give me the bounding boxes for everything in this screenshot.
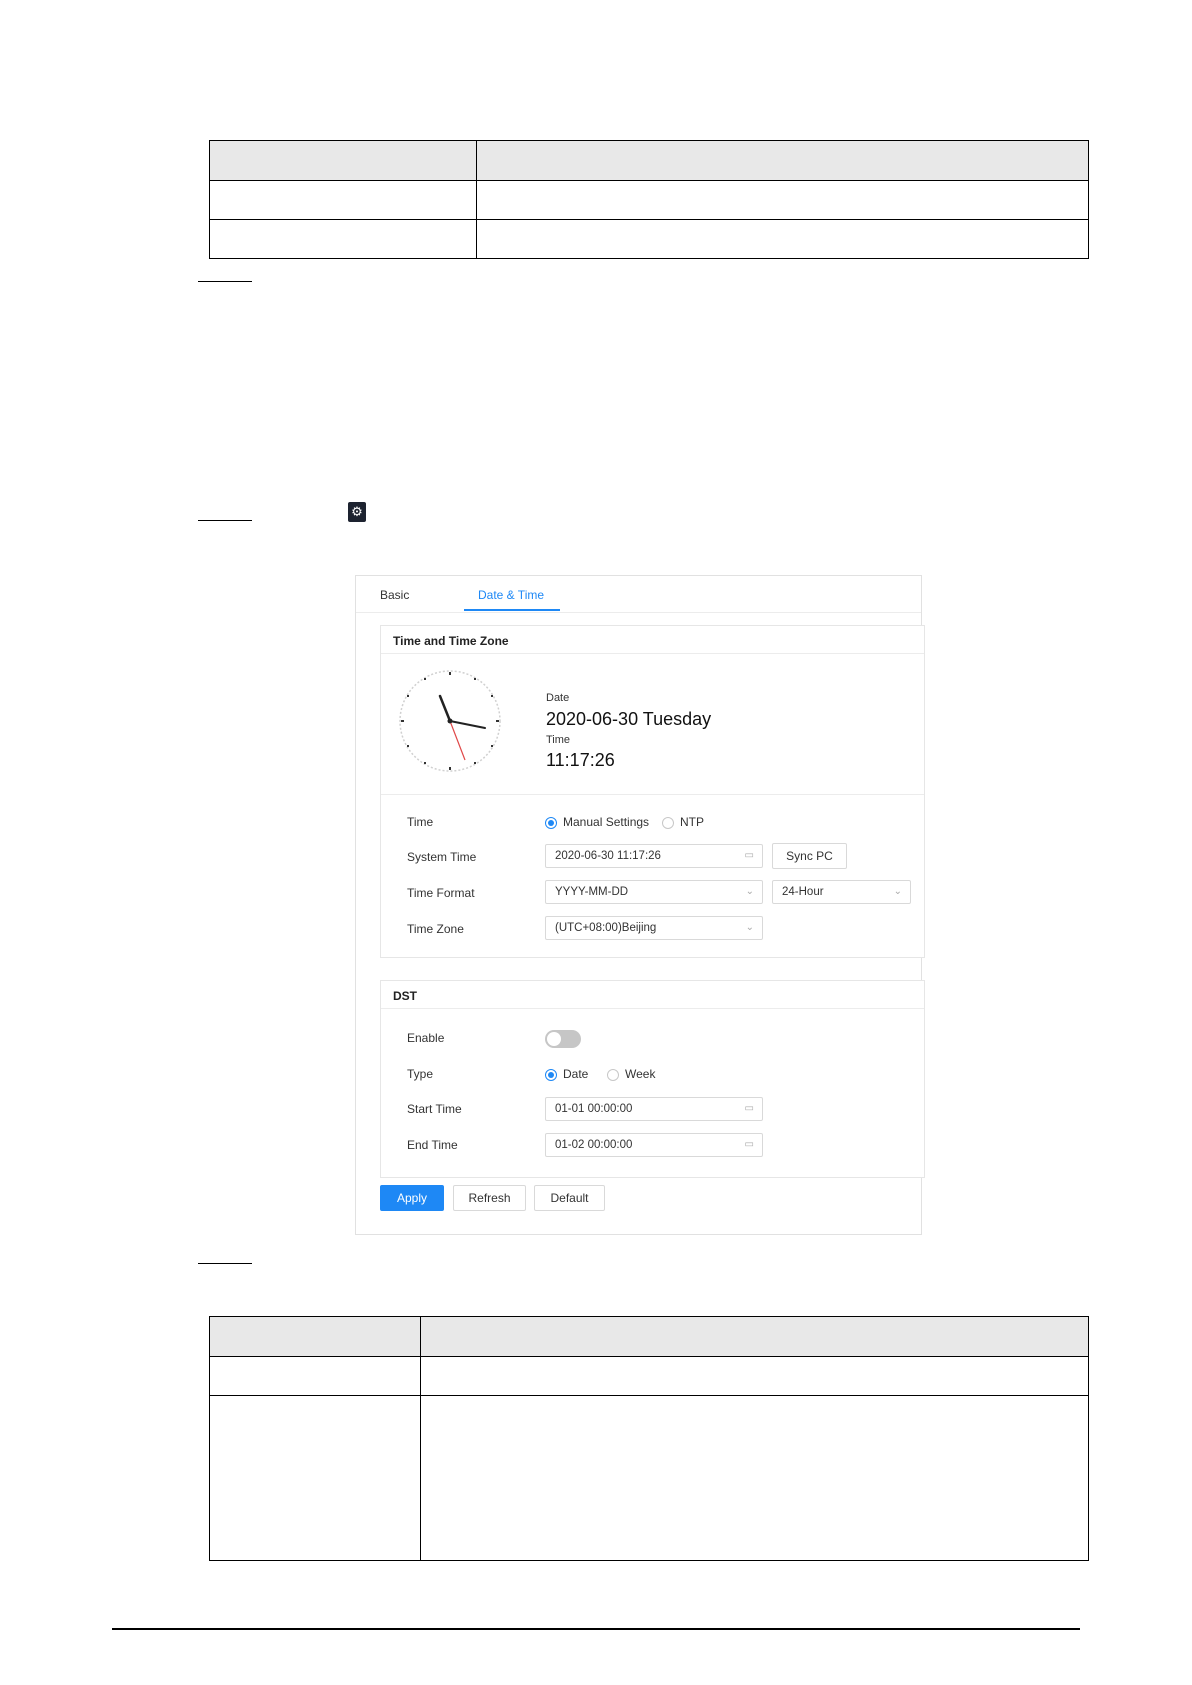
manual-settings-radio[interactable] (545, 817, 557, 829)
hour-format-value: 24-Hour (782, 886, 824, 898)
time-mode-label: Time (407, 815, 434, 829)
system-time-value: 2020-06-30 11:17:26 (555, 850, 661, 862)
parameter-table-top (209, 140, 1089, 259)
dst-end-label: End Time (407, 1138, 458, 1152)
dst-date-radio[interactable] (545, 1069, 557, 1081)
date-caption: Date (546, 692, 570, 704)
sync-pc-button[interactable]: Sync PC (772, 843, 847, 869)
dst-end-value: 01-02 00:00:00 (555, 1139, 633, 1151)
dst-date-label[interactable]: Date (563, 1067, 588, 1081)
calendar-icon: ▭ (744, 1103, 754, 1114)
dst-enable-label: Enable (407, 1031, 445, 1045)
dst-week-label[interactable]: Week (625, 1067, 655, 1081)
chevron-down-icon: ⌄ (745, 886, 754, 897)
table-row (209, 180, 1089, 220)
table-row (209, 219, 1089, 259)
chevron-down-icon: ⌄ (745, 922, 754, 933)
step-marker (198, 1263, 252, 1264)
footer-rule (112, 1628, 1080, 1630)
dst-enable-toggle[interactable] (545, 1030, 581, 1048)
tab-basic[interactable]: Basic (380, 588, 409, 602)
dst-section: DST Enable Type Date Week Start Time 01-… (380, 980, 925, 1178)
step-marker (198, 281, 252, 282)
dst-start-value: 01-01 00:00:00 (555, 1103, 633, 1115)
hour-format-select[interactable]: 24-Hour ⌄ (772, 880, 911, 904)
date-format-value: YYYY-MM-DD (555, 886, 629, 898)
section-divider (381, 794, 924, 795)
apply-button[interactable]: Apply (380, 1185, 444, 1211)
table-row (209, 1356, 1089, 1396)
section-title: Time and Time Zone (381, 626, 924, 654)
dst-start-field[interactable]: 01-01 00:00:00 ▭ (545, 1097, 763, 1121)
time-zone-value: (UTC+08:00)Beijing (555, 922, 657, 934)
default-button[interactable]: Default (534, 1185, 605, 1211)
dst-end-field[interactable]: 01-02 00:00:00 ▭ (545, 1133, 763, 1157)
manual-settings-label[interactable]: Manual Settings (563, 815, 649, 829)
analog-clock (399, 670, 501, 772)
time-zone-label: Time Zone (407, 922, 464, 936)
gear-icon: ⚙ (348, 502, 366, 522)
tab-bar: Basic Date & Time (356, 576, 921, 613)
table-header-row (209, 140, 1089, 181)
ntp-radio[interactable] (662, 817, 674, 829)
refresh-button[interactable]: Refresh (453, 1185, 526, 1211)
table-row (209, 1395, 1089, 1561)
dst-start-label: Start Time (407, 1102, 462, 1116)
date-time-settings-panel: Basic Date & Time Time and Time Zone Dat… (355, 575, 925, 1235)
ntp-label[interactable]: NTP (680, 815, 704, 829)
time-value: 11:17:26 (546, 750, 615, 770)
calendar-icon: ▭ (744, 850, 754, 861)
date-format-select[interactable]: YYYY-MM-DD ⌄ (545, 880, 763, 904)
calendar-icon: ▭ (744, 1139, 754, 1150)
date-value: 2020-06-30 Tuesday (546, 709, 712, 729)
chevron-down-icon: ⌄ (893, 886, 902, 897)
active-tab-indicator (464, 609, 560, 611)
dst-week-radio[interactable] (607, 1069, 619, 1081)
parameter-table-bottom (209, 1316, 1089, 1561)
time-zone-section: Time and Time Zone Date 2020-06-30 Tuesd… (380, 625, 925, 958)
time-zone-select[interactable]: (UTC+08:00)Beijing ⌄ (545, 916, 763, 940)
table-header-row (209, 1316, 1089, 1357)
section-title: DST (381, 981, 924, 1009)
tab-date-time[interactable]: Date & Time (478, 588, 544, 602)
time-caption: Time (546, 734, 571, 746)
step-marker (198, 520, 252, 521)
system-time-field[interactable]: 2020-06-30 11:17:26 ▭ (545, 844, 763, 868)
system-time-label: System Time (407, 850, 477, 864)
dst-type-label: Type (407, 1067, 434, 1081)
time-format-label: Time Format (407, 886, 475, 900)
